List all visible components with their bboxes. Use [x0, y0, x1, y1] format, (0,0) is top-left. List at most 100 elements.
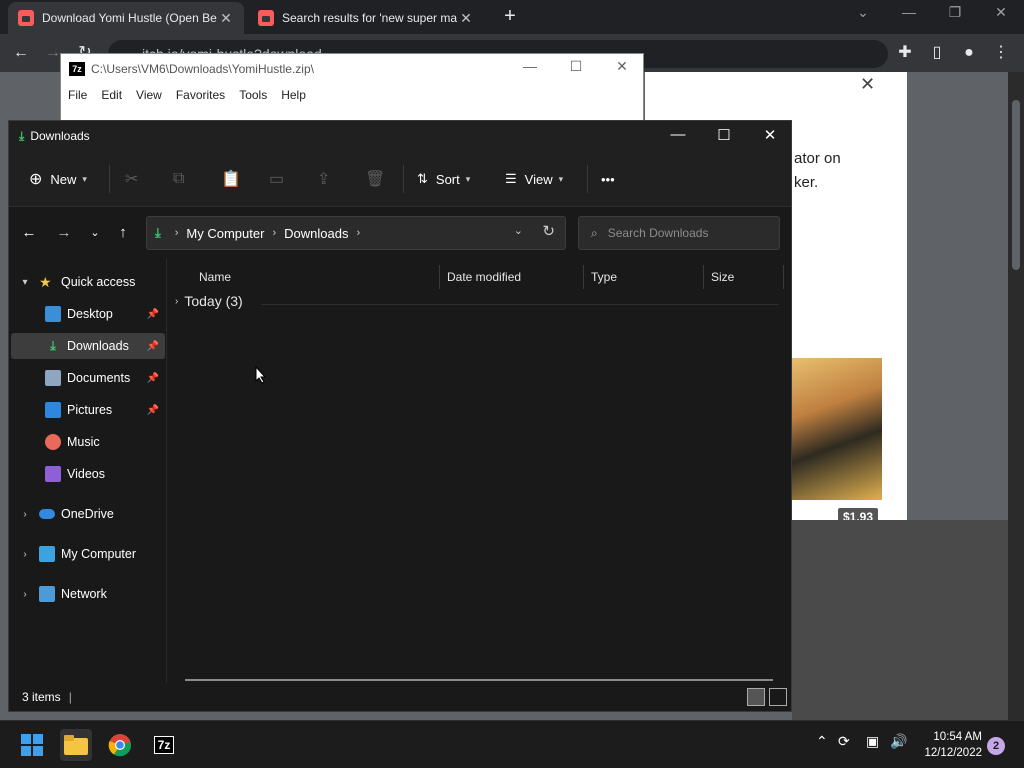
star-icon: ★ [39, 274, 52, 290]
cloud-icon [39, 509, 55, 519]
navigation-row: ← → ⌄ ↑ ⤓ › My Computer › Downloads › ⌄ … [9, 207, 791, 259]
profile-icon[interactable]: ● [956, 40, 982, 66]
column-divider[interactable] [583, 265, 584, 289]
sidebar-item-network[interactable]: › Network [11, 581, 165, 607]
more-options-button[interactable]: ••• [601, 167, 615, 191]
cut-icon[interactable]: ✂ [125, 167, 138, 191]
minimize-icon[interactable]: — [655, 126, 701, 143]
rename-icon[interactable]: ▭ [269, 167, 284, 191]
tab-search-icon[interactable]: ⌄ [840, 4, 886, 26]
page-scrollbar[interactable] [1008, 72, 1024, 720]
pin-icon: 📌 [146, 372, 159, 384]
chrome-menu-icon[interactable]: ⋮ [988, 40, 1014, 66]
copy-icon[interactable]: ⧉ [173, 167, 184, 191]
sidebar-item-documents[interactable]: Documents 📌 [11, 365, 165, 391]
close-window-icon[interactable]: ✕ [978, 4, 1024, 26]
menu-help[interactable]: Help [274, 88, 313, 102]
menu-file[interactable]: File [61, 88, 94, 102]
view-button[interactable]: ☰ View ▾ [505, 167, 563, 191]
column-header-type[interactable]: Type [591, 265, 617, 289]
minimize-icon[interactable]: — [507, 58, 553, 74]
browser-tab-search-results[interactable]: Search results for 'new super ma ✕ [248, 2, 484, 34]
page-thumbnail-area [792, 520, 1008, 720]
game-thumbnail[interactable] [790, 358, 882, 500]
side-panel-icon[interactable]: ▯ [924, 40, 950, 66]
column-header-name[interactable]: Name [199, 265, 231, 289]
chevron-down-icon[interactable]: ⌄ [514, 224, 523, 237]
close-tab-icon[interactable]: ✕ [458, 10, 474, 27]
chevron-right-icon: › [174, 227, 179, 239]
new-tab-button[interactable]: + [498, 5, 522, 29]
delete-icon[interactable]: 🗑 [365, 167, 385, 191]
chevron-right-icon[interactable]: › [356, 227, 360, 239]
browser-tab-yomi-hustle[interactable]: Download Yomi Hustle (Open Be ✕ [8, 2, 244, 34]
share-icon[interactable]: ⇪ [317, 167, 330, 191]
chevron-right-icon[interactable]: › [19, 589, 31, 600]
windows-start-icon[interactable] [16, 729, 48, 761]
sidebar-item-videos[interactable]: Videos [11, 461, 165, 487]
group-header-today[interactable]: › Today (3) [175, 293, 243, 309]
update-icon[interactable]: ⟳ [838, 733, 850, 750]
sidebar-item-onedrive[interactable]: › OneDrive [11, 501, 165, 527]
sidebar-item-label: Downloads [67, 339, 129, 353]
network-status-icon[interactable]: ▣ [866, 733, 879, 750]
paste-icon[interactable]: 📋 [221, 167, 241, 191]
scrollbar-thumb[interactable] [1012, 100, 1020, 270]
extensions-icon[interactable]: ✚ [892, 40, 918, 66]
search-input[interactable]: ⌕ Search Downloads [578, 216, 780, 250]
new-button[interactable]: ⊕ New ▾ [29, 167, 87, 191]
recent-locations-icon[interactable]: ⌄ [83, 221, 107, 245]
breadcrumb-downloads[interactable]: Downloads [284, 226, 348, 241]
videos-icon [45, 466, 61, 482]
tiles-view-icon[interactable] [769, 688, 787, 706]
back-icon[interactable]: ← [8, 40, 34, 66]
taskbar: 7z ⌃ ⟳ ▣ 🔊 10:54 AM 12/12/2022 2 [0, 720, 1024, 768]
menu-favorites[interactable]: Favorites [169, 88, 232, 102]
notification-badge[interactable]: 2 [987, 737, 1005, 755]
sidebar-item-downloads[interactable]: ⤓ Downloads 📌 [11, 333, 165, 359]
volume-icon[interactable]: 🔊 [890, 733, 907, 750]
file-explorer-taskbar-icon[interactable] [60, 729, 92, 761]
details-view-icon[interactable] [747, 688, 765, 706]
close-tab-icon[interactable]: ✕ [218, 10, 234, 27]
menu-tools[interactable]: Tools [232, 88, 274, 102]
new-label: New [50, 171, 77, 187]
system-clock[interactable]: 10:54 AM 12/12/2022 [912, 729, 982, 761]
close-window-icon[interactable]: ✕ [599, 58, 645, 75]
folder-icon [64, 735, 88, 755]
modal-close-icon[interactable]: ✕ [860, 74, 875, 95]
column-divider[interactable] [703, 265, 704, 289]
column-header-date-modified[interactable]: Date modified [447, 265, 521, 289]
sevenzip-taskbar-icon[interactable]: 7z [148, 729, 180, 761]
forward-icon[interactable]: → [52, 221, 76, 245]
sort-button[interactable]: ⇅ Sort ▾ [417, 167, 470, 191]
chevron-down-icon[interactable]: ▾ [19, 277, 31, 288]
chevron-right-icon[interactable]: › [19, 549, 31, 560]
explorer-address-bar[interactable]: ⤓ › My Computer › Downloads › ⌄ ↻ [146, 216, 566, 250]
menu-edit[interactable]: Edit [94, 88, 129, 102]
maximize-icon[interactable]: ☐ [553, 58, 599, 75]
sidebar-item-music[interactable]: Music [11, 429, 165, 455]
download-icon: ⤓ [155, 225, 161, 240]
sidebar-item-pictures[interactable]: Pictures 📌 [11, 397, 165, 423]
minimize-icon[interactable]: — [886, 4, 932, 26]
menu-view[interactable]: View [129, 88, 169, 102]
column-divider[interactable] [783, 265, 784, 289]
close-window-icon[interactable]: ✕ [747, 126, 793, 144]
sidebar-item-my-computer[interactable]: › My Computer [11, 541, 165, 567]
refresh-icon[interactable]: ↻ [542, 222, 555, 240]
column-header-size[interactable]: Size [711, 265, 734, 289]
breadcrumb-my-computer[interactable]: My Computer [186, 226, 264, 241]
chevron-right-icon[interactable]: › [19, 509, 31, 520]
horizontal-scrollbar[interactable] [185, 679, 773, 681]
chrome-taskbar-icon[interactable] [104, 729, 136, 761]
chevron-right-icon[interactable]: › [175, 296, 178, 307]
maximize-icon[interactable]: ☐ [701, 126, 747, 144]
sidebar-item-quick-access[interactable]: ▾ ★ Quick access [11, 269, 165, 295]
back-icon[interactable]: ← [17, 221, 41, 245]
show-hidden-icons-icon[interactable]: ⌃ [816, 733, 828, 750]
sidebar-item-desktop[interactable]: Desktop 📌 [11, 301, 165, 327]
restore-icon[interactable]: ❐ [932, 4, 978, 26]
up-icon[interactable]: ↑ [111, 221, 135, 245]
column-divider[interactable] [439, 265, 440, 289]
